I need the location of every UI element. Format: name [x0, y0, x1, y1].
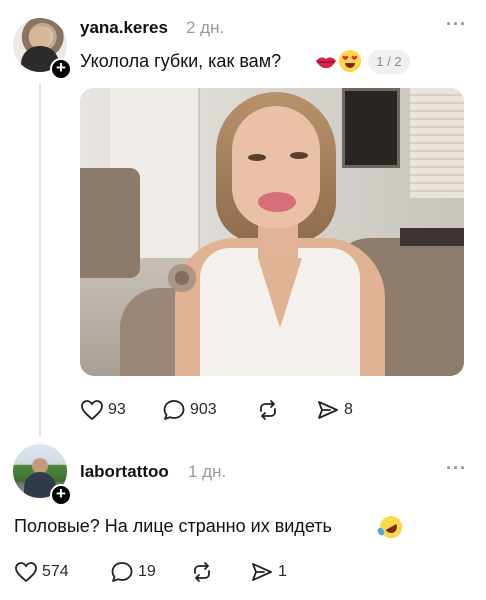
send-arrow-icon [250, 561, 274, 583]
reply-actions: 574 19 1 [14, 561, 314, 587]
comment-count: 903 [190, 401, 217, 418]
repost-button[interactable] [256, 399, 284, 421]
author-username[interactable]: yana.keres [80, 18, 168, 38]
post-text: Уколола губки, как вам? [80, 51, 282, 71]
like-count: 93 [108, 401, 126, 418]
send-arrow-icon [316, 399, 340, 421]
kiss-lips-emoji-icon [315, 52, 337, 72]
post-time: 2 дн. [186, 18, 225, 37]
reply-text: Половые? На лице странно их видеть [14, 516, 332, 536]
follow-plus-icon[interactable]: + [50, 484, 72, 506]
repost-arrows-icon [256, 399, 280, 421]
avatar-head [29, 26, 51, 48]
reply-time: 1 дн. [188, 462, 227, 481]
comment-button[interactable]: 19 [110, 561, 156, 583]
comment-button[interactable]: 903 [162, 399, 217, 421]
media-counter-badge: 1 / 2 [368, 50, 410, 74]
reply-author-username[interactable]: labortattoo [80, 462, 169, 482]
share-count: 8 [344, 401, 353, 418]
more-dots-icon[interactable]: ··· [446, 458, 467, 479]
post-photo[interactable] [80, 88, 464, 376]
comment-bubble-icon [110, 561, 134, 583]
heart-icon [14, 561, 38, 583]
comment-count: 19 [138, 563, 156, 580]
more-dots-icon[interactable]: ··· [446, 14, 467, 35]
comment-bubble-icon [162, 399, 186, 421]
follow-plus-icon[interactable]: + [50, 58, 72, 80]
heart-eyes-emoji-icon: ❤ ❤ [339, 50, 361, 72]
post-actions: 93 903 8 [80, 399, 380, 425]
like-button[interactable]: 93 [80, 399, 126, 421]
rolling-laughing-emoji-icon [375, 511, 407, 543]
repost-arrows-icon [190, 561, 214, 583]
repost-button[interactable] [190, 561, 218, 583]
share-button[interactable]: 8 [316, 399, 353, 421]
like-button[interactable]: 574 [14, 561, 69, 583]
share-button[interactable]: 1 [250, 561, 287, 583]
heart-icon [80, 399, 104, 421]
share-count: 1 [278, 563, 287, 580]
thread-view: + yana.keres 2 дн. ··· Уколола губки, ка… [0, 0, 486, 600]
like-count: 574 [42, 563, 69, 580]
thread-connector-line [39, 84, 41, 436]
